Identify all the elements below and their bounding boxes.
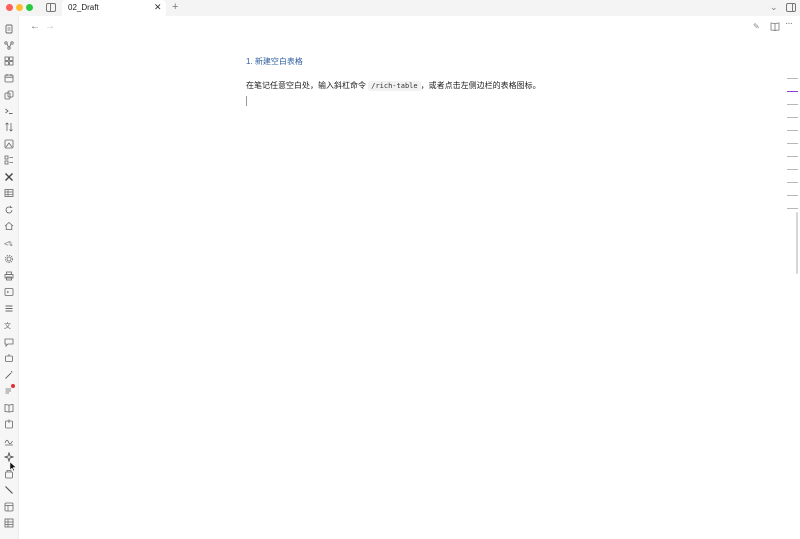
table-view-icon[interactable] <box>4 188 14 198</box>
minimize-window-button[interactable] <box>16 4 23 11</box>
robot-icon[interactable] <box>4 353 14 363</box>
graph-icon[interactable] <box>4 40 14 50</box>
svg-text:文: 文 <box>4 321 11 330</box>
plugin-icon[interactable] <box>4 452 14 462</box>
forward-arrow-icon[interactable]: → <box>45 21 55 32</box>
inline-code: /rich-table <box>368 81 421 91</box>
left-sidebar-toggle-icon[interactable] <box>46 3 56 12</box>
frame-icon[interactable] <box>4 287 14 297</box>
mouse-cursor-icon <box>10 462 16 471</box>
more-options-icon[interactable]: ··· <box>785 18 793 29</box>
right-sidebar-toggle-icon[interactable] <box>786 3 796 12</box>
outline-entry[interactable] <box>787 117 798 118</box>
terminal-icon[interactable] <box>4 106 14 116</box>
outline-entry[interactable] <box>787 169 798 170</box>
outline-entry[interactable] <box>787 143 798 144</box>
outline-entry[interactable] <box>787 156 798 157</box>
refresh-icon[interactable] <box>4 205 14 215</box>
signature-icon[interactable] <box>4 436 14 446</box>
translate-icon[interactable]: 文 <box>4 320 14 330</box>
chat-icon[interactable] <box>4 337 14 347</box>
sort-icon[interactable] <box>4 122 14 132</box>
home-icon[interactable] <box>4 221 14 231</box>
paragraph-text-after: ，或者点击左侧边栏的表格图标。 <box>420 81 541 90</box>
outline-entry[interactable] <box>787 104 798 105</box>
tab-title: 02_Draft <box>68 3 99 12</box>
outline-entry[interactable] <box>787 182 798 183</box>
image-icon[interactable] <box>4 139 14 149</box>
title-bar: 02_Draft ✕ + ⌄ <box>0 0 800 16</box>
bookmark-icon[interactable] <box>4 304 14 314</box>
checklist-icon[interactable] <box>4 155 14 165</box>
tab-02-draft[interactable]: 02_Draft ✕ <box>62 0 166 16</box>
code-icon[interactable]: <% <box>4 238 14 248</box>
tools-icon[interactable] <box>4 172 14 182</box>
pencil-icon[interactable]: ✎ <box>753 22 760 31</box>
outline-entry[interactable] <box>787 130 798 131</box>
gear-icon[interactable] <box>4 254 14 264</box>
paragraph-text-before: 在笔记任意空白处，输入斜杠命令 <box>246 81 369 90</box>
notification-badge <box>11 384 15 388</box>
reading-view-icon[interactable] <box>770 22 780 31</box>
close-window-button[interactable] <box>6 4 13 11</box>
calendar-icon[interactable] <box>4 73 14 83</box>
grid-icon[interactable] <box>4 56 14 66</box>
view-header: ← → ✎ ··· <box>20 16 800 38</box>
wand-icon[interactable] <box>4 370 14 380</box>
instruction-paragraph: 在笔记任意空白处，输入斜杠命令 /rich-table ，或者点击左侧边栏的表格图… <box>246 80 646 92</box>
left-ribbon: <% 文 <box>0 16 19 539</box>
back-arrow-icon[interactable]: ← <box>30 21 40 32</box>
outline-entry-active[interactable] <box>787 91 798 92</box>
rich-table-icon[interactable] <box>4 518 14 528</box>
editor-content[interactable]: 1. 新建空白表格 在笔记任意空白处，输入斜杠命令 /rich-table ，或者… <box>246 56 646 106</box>
export-icon[interactable] <box>4 419 14 429</box>
outline-entry[interactable] <box>787 208 798 209</box>
outline-strip[interactable] <box>787 74 799 224</box>
template-icon[interactable] <box>4 502 14 512</box>
book-icon[interactable] <box>4 403 14 413</box>
outline-entry[interactable] <box>787 78 798 79</box>
scrollbar[interactable] <box>796 212 798 274</box>
file-icon[interactable] <box>4 24 14 34</box>
svg-text:<%: <% <box>4 240 13 248</box>
new-tab-button[interactable]: + <box>172 1 178 14</box>
copy-icon[interactable] <box>4 90 14 100</box>
print-icon[interactable] <box>4 271 14 281</box>
outline-entry[interactable] <box>787 195 798 196</box>
close-icon[interactable]: ✕ <box>154 2 162 13</box>
text-cursor <box>246 96 247 106</box>
maximize-window-button[interactable] <box>26 4 33 11</box>
pen-icon[interactable] <box>4 485 14 495</box>
section-heading: 1. 新建空白表格 <box>246 57 303 66</box>
chevron-down-icon[interactable]: ⌄ <box>770 2 778 13</box>
